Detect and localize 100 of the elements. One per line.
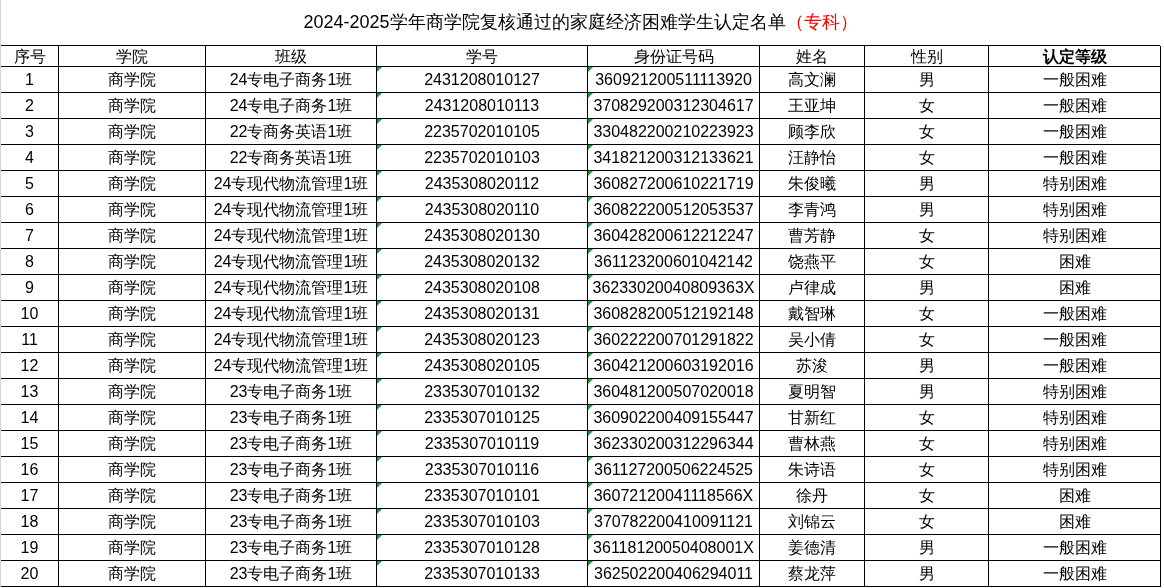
table-cell: 2 [1, 93, 59, 119]
table-cell: 吴小倩 [760, 327, 865, 353]
table-cell: 23专电子商务1班 [206, 405, 377, 431]
table-cell: 商学院 [59, 223, 206, 249]
column-header: 性别 [865, 46, 989, 67]
table-cell: 9 [1, 275, 59, 301]
table-cell: 商学院 [59, 457, 206, 483]
table-cell: 女 [865, 249, 989, 275]
table-cell: 2335307010101 [377, 483, 588, 509]
table-cell: 2335307010125 [377, 405, 588, 431]
table-cell: 顾李欣 [760, 119, 865, 145]
table-cell: 一般困难 [989, 535, 1161, 561]
table-cell: 一般困难 [989, 327, 1161, 353]
table-cell: 刘锦云 [760, 509, 865, 535]
table-cell: 2435308020108 [377, 275, 588, 301]
table-cell: 18 [1, 509, 59, 535]
column-header: 认定等级 [989, 46, 1161, 67]
table-cell: 商学院 [59, 67, 206, 93]
table-cell: 王亚坤 [760, 93, 865, 119]
table-cell: 商学院 [59, 327, 206, 353]
table-cell: 2235702010103 [377, 145, 588, 171]
table-cell: 2435308020123 [377, 327, 588, 353]
table-cell: 男 [865, 561, 989, 587]
table-cell: 女 [865, 509, 989, 535]
table-cell: 女 [865, 93, 989, 119]
column-header: 学号 [377, 46, 588, 67]
table-cell: 1 [1, 67, 59, 93]
table-cell: 370829200312304617 [588, 93, 760, 119]
table-cell: 3 [1, 119, 59, 145]
table-cell: 2435308020132 [377, 249, 588, 275]
table-cell: 23专电子商务1班 [206, 561, 377, 587]
table-cell: 曹林燕 [760, 431, 865, 457]
table-cell: 2335307010132 [377, 379, 588, 405]
table-cell: 甘新红 [760, 405, 865, 431]
table-cell: 361123200601042142 [588, 249, 760, 275]
table-cell: 商学院 [59, 405, 206, 431]
table-cell: 商学院 [59, 353, 206, 379]
table-cell: 戴智琳 [760, 301, 865, 327]
table-cell: 男 [865, 197, 989, 223]
table-cell: 370782200410091121 [588, 509, 760, 535]
table-cell: 2435308020112 [377, 171, 588, 197]
table-cell: 曹芳静 [760, 223, 865, 249]
table-cell: 商学院 [59, 301, 206, 327]
table-cell: 24专现代物流管理1班 [206, 197, 377, 223]
table-cell: 蔡龙萍 [760, 561, 865, 587]
table-cell: 4 [1, 145, 59, 171]
table-cell: 2335307010103 [377, 509, 588, 535]
table-cell: 朱诗语 [760, 457, 865, 483]
table-cell: 2335307010116 [377, 457, 588, 483]
table-cell: 8 [1, 249, 59, 275]
table-cell: 一般困难 [989, 561, 1161, 587]
table-cell: 23专电子商务1班 [206, 431, 377, 457]
table-cell: 特别困难 [989, 171, 1161, 197]
table-cell: 商学院 [59, 379, 206, 405]
table-cell: 男 [865, 171, 989, 197]
column-header: 姓名 [760, 46, 865, 67]
table-cell: 商学院 [59, 197, 206, 223]
table-cell: 23专电子商务1班 [206, 535, 377, 561]
table-cell: 24专现代物流管理1班 [206, 353, 377, 379]
table-cell: 2431208010113 [377, 93, 588, 119]
table-cell: 2435308020105 [377, 353, 588, 379]
table-cell: 2435308020131 [377, 301, 588, 327]
table-cell: 特别困难 [989, 457, 1161, 483]
table-cell: 饶燕平 [760, 249, 865, 275]
table-cell: 361127200506224525 [588, 457, 760, 483]
table-cell: 23专电子商务1班 [206, 457, 377, 483]
table-cell: 一般困难 [989, 67, 1161, 93]
column-header: 序号 [1, 46, 59, 67]
table-cell: 商学院 [59, 535, 206, 561]
table-cell: 22专商务英语1班 [206, 119, 377, 145]
table-cell: 24专现代物流管理1班 [206, 171, 377, 197]
table-cell: 男 [865, 67, 989, 93]
table-cell: 特别困难 [989, 405, 1161, 431]
table-cell: 一般困难 [989, 145, 1161, 171]
table-cell: 360902200409155447 [588, 405, 760, 431]
table-cell: 6 [1, 197, 59, 223]
table-cell: 特别困难 [989, 379, 1161, 405]
table-cell: 330482200210223923 [588, 119, 760, 145]
table-cell: 360921200511113920 [588, 67, 760, 93]
table-cell: 23专电子商务1班 [206, 509, 377, 535]
table-cell: 24专现代物流管理1班 [206, 249, 377, 275]
table-cell: 汪静怡 [760, 145, 865, 171]
table-cell: 特别困难 [989, 431, 1161, 457]
table-cell: 特别困难 [989, 223, 1161, 249]
table-cell: 15 [1, 431, 59, 457]
table-cell: 苏浚 [760, 353, 865, 379]
table-cell: 李青鸿 [760, 197, 865, 223]
table-cell: 商学院 [59, 93, 206, 119]
table-cell: 困难 [989, 509, 1161, 535]
table-cell: 36233020040809363X [588, 275, 760, 301]
table-cell: 困难 [989, 249, 1161, 275]
table-cell: 17 [1, 483, 59, 509]
table-cell: 男 [865, 535, 989, 561]
table-cell: 特别困难 [989, 197, 1161, 223]
table-cell: 360822200512053537 [588, 197, 760, 223]
table-cell: 2435308020110 [377, 197, 588, 223]
table-cell: 商学院 [59, 431, 206, 457]
table-cell: 商学院 [59, 483, 206, 509]
table-cell: 360421200603192016 [588, 353, 760, 379]
table-cell: 女 [865, 431, 989, 457]
